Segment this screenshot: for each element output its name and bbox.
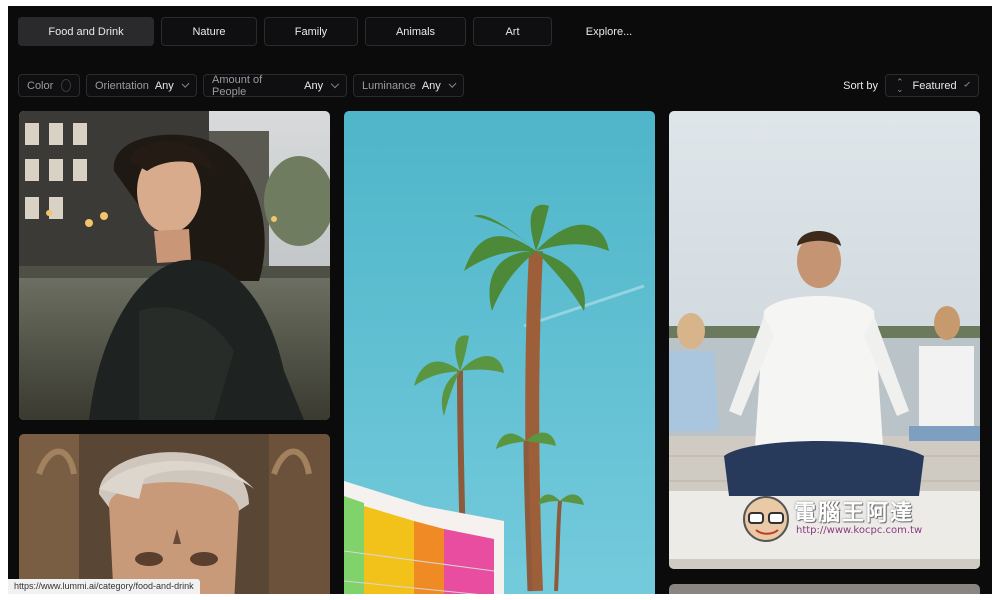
category-tabs: Food and Drink Nature Family Animals Art… xyxy=(18,17,659,46)
photo-boy-portrait xyxy=(19,434,330,594)
chevron-down-icon xyxy=(448,80,457,88)
tab-food-and-drink[interactable]: Food and Drink xyxy=(18,17,154,46)
luminance-filter-value: Any xyxy=(421,79,441,92)
tab-art[interactable]: Art xyxy=(473,17,552,46)
people-filter-value: Any xyxy=(304,79,324,92)
sort-value: Featured xyxy=(912,79,957,92)
orientation-filter-label: Orientation xyxy=(95,79,149,92)
filter-bar: Color Orientation Any Amount of People A… xyxy=(18,73,464,98)
app-window: Food and Drink Nature Family Animals Art… xyxy=(8,6,992,594)
people-filter[interactable]: Amount of People Any xyxy=(203,73,347,98)
chevron-down-icon xyxy=(330,79,340,89)
chevron-down-icon xyxy=(963,81,970,87)
luminance-filter[interactable]: Luminance Any xyxy=(353,74,464,97)
photo-portrait-woman xyxy=(19,111,330,420)
photo-palm-trees xyxy=(344,111,655,594)
link-status-bar: https://www.lummi.ai/category/food-and-d… xyxy=(8,579,200,594)
sort-updown-icon: ⌃ ⌄ xyxy=(896,76,904,94)
image-card-palm-trees[interactable] xyxy=(344,111,655,594)
orientation-filter-value: Any xyxy=(154,79,174,92)
color-swatch-icon xyxy=(61,79,71,92)
image-card-boy-portrait[interactable] xyxy=(19,434,330,594)
orientation-filter[interactable]: Orientation Any xyxy=(86,74,197,97)
photo-next-preview xyxy=(669,584,980,594)
watermark-title: 電腦王阿達 xyxy=(794,501,915,526)
sort-select[interactable]: ⌃ ⌄ Featured xyxy=(885,74,979,97)
tab-family[interactable]: Family xyxy=(264,17,358,46)
tab-nature[interactable]: Nature xyxy=(161,17,257,46)
tab-explore[interactable]: Explore... xyxy=(559,17,659,46)
chevron-down-icon xyxy=(181,80,190,88)
watermark-url: http://www.kocpc.com.tw xyxy=(796,525,923,536)
image-card-next[interactable] xyxy=(669,584,980,594)
color-filter[interactable]: Color xyxy=(18,74,80,97)
image-card-portrait-woman[interactable] xyxy=(19,111,330,420)
sort-control: Sort by ⌃ ⌄ Featured xyxy=(843,74,979,97)
people-filter-label: Amount of People xyxy=(212,73,263,98)
sort-label: Sort by xyxy=(843,79,878,92)
color-filter-label: Color xyxy=(27,79,54,92)
tab-animals[interactable]: Animals xyxy=(365,17,466,46)
watermark: 電腦王阿達 http://www.kocpc.com.tw xyxy=(740,491,980,549)
luminance-filter-label: Luminance xyxy=(362,79,416,92)
watermark-logo-icon xyxy=(743,496,789,542)
